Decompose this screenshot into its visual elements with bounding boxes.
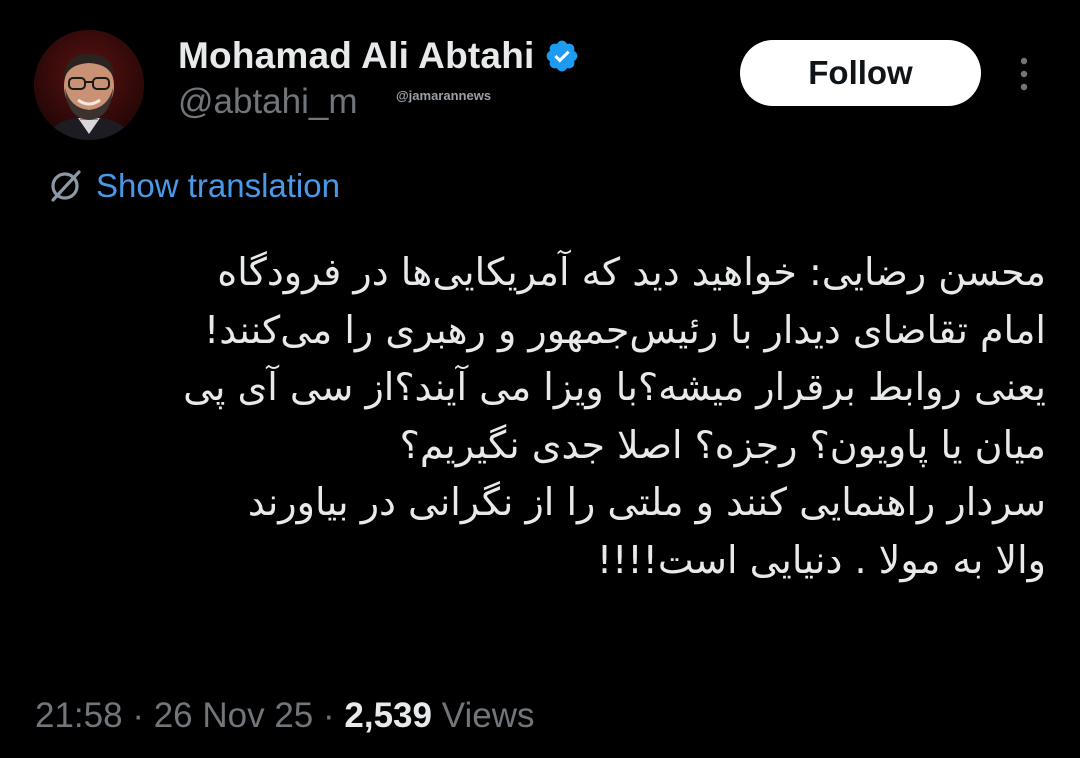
verified-badge-icon[interactable] bbox=[544, 38, 580, 74]
author-display-name[interactable]: Mohamad Ali Abtahi bbox=[178, 35, 534, 77]
views-label: Views bbox=[441, 696, 535, 735]
avatar-image bbox=[34, 30, 144, 140]
meta-separator: · bbox=[132, 696, 144, 735]
globe-icon bbox=[51, 170, 81, 202]
follow-button[interactable]: Follow bbox=[740, 40, 981, 106]
author-handle[interactable]: @abtahi_m bbox=[178, 82, 358, 122]
tweet-time[interactable]: 21:58 bbox=[35, 696, 123, 735]
author-avatar[interactable] bbox=[34, 30, 144, 140]
show-translation-link[interactable]: Show translation bbox=[46, 163, 340, 209]
tweet-line: سردار راهنمایی کنند و ملتی را از نگرانی … bbox=[247, 480, 1046, 524]
tweet-line: یعنی روابط برقرار میشه؟با ویزا می آیند؟ا… bbox=[183, 365, 1046, 409]
tweet-line: والا به مولا . دنیایی است!!!! bbox=[596, 537, 1046, 582]
tweet-line: میان یا پاویون؟ رجزه؟ اصلا جدی نگیریم؟ bbox=[399, 422, 1046, 467]
more-vertical-icon[interactable] bbox=[1012, 54, 1036, 94]
tweet-text: محسن رضایی: خواهید دید که آمریکایی‌ها در… bbox=[40, 244, 1046, 589]
tweet-date[interactable]: 26 Nov 25 bbox=[154, 696, 314, 735]
meta-separator: · bbox=[323, 696, 335, 735]
show-translation-label: Show translation bbox=[96, 167, 340, 204]
tweet-line: محسن رضایی: خواهید دید که آمریکایی‌ها در… bbox=[217, 250, 1046, 294]
views-count[interactable]: 2,539 bbox=[344, 696, 432, 735]
author-name-row: Mohamad Ali Abtahi bbox=[178, 34, 580, 78]
watermark-text: @jamarannews bbox=[396, 88, 492, 103]
tweet-meta: 21:58 · 26 Nov 25 · 2,539 Views bbox=[35, 696, 534, 736]
tweet-line: امام تقاضای دیدار با رئیس‌جمهور و رهبری … bbox=[204, 307, 1046, 352]
